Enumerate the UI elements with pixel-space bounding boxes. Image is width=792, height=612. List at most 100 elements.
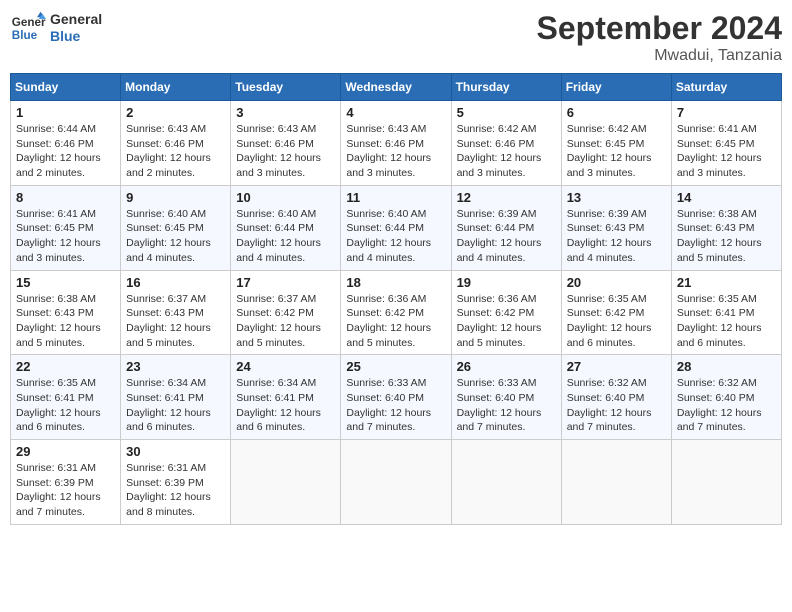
day-header-thursday: Thursday	[451, 74, 561, 101]
calendar-cell: 22 Sunrise: 6:35 AM Sunset: 6:41 PM Dayli…	[11, 355, 121, 440]
calendar-cell: 11 Sunrise: 6:40 AM Sunset: 6:44 PM Dayli…	[341, 185, 451, 270]
day-info: Sunrise: 6:38 AM Sunset: 6:43 PM Dayligh…	[677, 207, 776, 266]
calendar-cell: 19 Sunrise: 6:36 AM Sunset: 6:42 PM Dayli…	[451, 270, 561, 355]
day-number: 9	[126, 190, 225, 205]
calendar-cell: 21Sunrise: 6:35 AM Sunset: 6:41 PM Dayli…	[671, 270, 781, 355]
calendar-cell: 23 Sunrise: 6:34 AM Sunset: 6:41 PM Dayli…	[121, 355, 231, 440]
day-info: Sunrise: 6:37 AM Sunset: 6:43 PM Dayligh…	[126, 292, 225, 351]
day-number: 25	[346, 359, 445, 374]
calendar-cell: 27 Sunrise: 6:32 AM Sunset: 6:40 PM Dayli…	[561, 355, 671, 440]
calendar-cell: 28Sunrise: 6:32 AM Sunset: 6:40 PM Dayli…	[671, 355, 781, 440]
day-number: 8	[16, 190, 115, 205]
day-info: Sunrise: 6:31 AM Sunset: 6:39 PM Dayligh…	[126, 461, 225, 520]
day-header-saturday: Saturday	[671, 74, 781, 101]
day-number: 20	[567, 275, 666, 290]
day-number: 19	[457, 275, 556, 290]
day-number: 29	[16, 444, 115, 459]
calendar-cell: 9 Sunrise: 6:40 AM Sunset: 6:45 PM Daylig…	[121, 185, 231, 270]
location-title: Mwadui, Tanzania	[537, 47, 782, 65]
day-info: Sunrise: 6:43 AM Sunset: 6:46 PM Dayligh…	[126, 122, 225, 181]
calendar-cell	[451, 440, 561, 525]
month-title: September 2024	[537, 10, 782, 47]
calendar-cell: 16 Sunrise: 6:37 AM Sunset: 6:43 PM Dayli…	[121, 270, 231, 355]
calendar-cell: 7 Sunrise: 6:41 AM Sunset: 6:45 PM Daylig…	[671, 101, 781, 186]
calendar-cell: 24 Sunrise: 6:34 AM Sunset: 6:41 PM Dayli…	[231, 355, 341, 440]
day-info: Sunrise: 6:35 AM Sunset: 6:41 PM Dayligh…	[16, 376, 115, 435]
logo-blue: Blue	[50, 28, 102, 45]
calendar-cell: 8 Sunrise: 6:41 AM Sunset: 6:45 PM Daylig…	[11, 185, 121, 270]
day-number: 30	[126, 444, 225, 459]
day-number: 16	[126, 275, 225, 290]
calendar-cell	[671, 440, 781, 525]
day-info: Sunrise: 6:40 AM Sunset: 6:44 PM Dayligh…	[346, 207, 445, 266]
day-number: 5	[457, 105, 556, 120]
day-number: 24	[236, 359, 335, 374]
day-number: 18	[346, 275, 445, 290]
calendar-cell: 17Sunrise: 6:37 AM Sunset: 6:42 PM Dayli…	[231, 270, 341, 355]
calendar-cell: 6 Sunrise: 6:42 AM Sunset: 6:45 PM Daylig…	[561, 101, 671, 186]
day-number: 1	[16, 105, 115, 120]
day-number: 22	[16, 359, 115, 374]
calendar-cell: 5Sunrise: 6:42 AM Sunset: 6:46 PM Daylig…	[451, 101, 561, 186]
day-number: 12	[457, 190, 556, 205]
day-number: 4	[346, 105, 445, 120]
day-info: Sunrise: 6:36 AM Sunset: 6:42 PM Dayligh…	[346, 292, 445, 351]
calendar-cell: 14 Sunrise: 6:38 AM Sunset: 6:43 PM Dayli…	[671, 185, 781, 270]
day-info: Sunrise: 6:39 AM Sunset: 6:43 PM Dayligh…	[567, 207, 666, 266]
day-info: Sunrise: 6:36 AM Sunset: 6:42 PM Dayligh…	[457, 292, 556, 351]
day-number: 6	[567, 105, 666, 120]
day-info: Sunrise: 6:34 AM Sunset: 6:41 PM Dayligh…	[126, 376, 225, 435]
day-info: Sunrise: 6:41 AM Sunset: 6:45 PM Dayligh…	[677, 122, 776, 181]
calendar-cell: 18 Sunrise: 6:36 AM Sunset: 6:42 PM Dayli…	[341, 270, 451, 355]
day-info: Sunrise: 6:43 AM Sunset: 6:46 PM Dayligh…	[236, 122, 335, 181]
day-info: Sunrise: 6:34 AM Sunset: 6:41 PM Dayligh…	[236, 376, 335, 435]
day-number: 27	[567, 359, 666, 374]
logo-general: General	[50, 11, 102, 28]
day-info: Sunrise: 6:44 AM Sunset: 6:46 PM Dayligh…	[16, 122, 115, 181]
calendar-cell: 30 Sunrise: 6:31 AM Sunset: 6:39 PM Dayli…	[121, 440, 231, 525]
day-number: 2	[126, 105, 225, 120]
day-info: Sunrise: 6:42 AM Sunset: 6:45 PM Dayligh…	[567, 122, 666, 181]
calendar-cell: 3 Sunrise: 6:43 AM Sunset: 6:46 PM Daylig…	[231, 101, 341, 186]
day-number: 21	[677, 275, 776, 290]
day-info: Sunrise: 6:33 AM Sunset: 6:40 PM Dayligh…	[457, 376, 556, 435]
day-header-sunday: Sunday	[11, 74, 121, 101]
day-info: Sunrise: 6:41 AM Sunset: 6:45 PM Dayligh…	[16, 207, 115, 266]
calendar-cell: 1 Sunrise: 6:44 AM Sunset: 6:46 PM Daylig…	[11, 101, 121, 186]
day-header-monday: Monday	[121, 74, 231, 101]
calendar-cell: 15Sunrise: 6:38 AM Sunset: 6:43 PM Dayli…	[11, 270, 121, 355]
calendar-cell: 13 Sunrise: 6:39 AM Sunset: 6:43 PM Dayli…	[561, 185, 671, 270]
calendar-cell: 4 Sunrise: 6:43 AM Sunset: 6:46 PM Daylig…	[341, 101, 451, 186]
title-area: September 2024 Mwadui, Tanzania	[537, 10, 782, 65]
day-header-friday: Friday	[561, 74, 671, 101]
day-info: Sunrise: 6:40 AM Sunset: 6:44 PM Dayligh…	[236, 207, 335, 266]
calendar-cell	[561, 440, 671, 525]
day-info: Sunrise: 6:40 AM Sunset: 6:45 PM Dayligh…	[126, 207, 225, 266]
day-number: 10	[236, 190, 335, 205]
day-info: Sunrise: 6:39 AM Sunset: 6:44 PM Dayligh…	[457, 207, 556, 266]
day-info: Sunrise: 6:37 AM Sunset: 6:42 PM Dayligh…	[236, 292, 335, 351]
day-number: 14	[677, 190, 776, 205]
logo: General Blue General Blue	[10, 10, 102, 46]
day-number: 3	[236, 105, 335, 120]
day-info: Sunrise: 6:32 AM Sunset: 6:40 PM Dayligh…	[567, 376, 666, 435]
day-number: 11	[346, 190, 445, 205]
day-info: Sunrise: 6:33 AM Sunset: 6:40 PM Dayligh…	[346, 376, 445, 435]
calendar-cell: 25 Sunrise: 6:33 AM Sunset: 6:40 PM Dayli…	[341, 355, 451, 440]
header: General Blue General Blue September 2024…	[10, 10, 782, 65]
calendar-cell: 26Sunrise: 6:33 AM Sunset: 6:40 PM Dayli…	[451, 355, 561, 440]
day-number: 23	[126, 359, 225, 374]
day-info: Sunrise: 6:43 AM Sunset: 6:46 PM Dayligh…	[346, 122, 445, 181]
calendar-cell	[341, 440, 451, 525]
day-number: 7	[677, 105, 776, 120]
calendar-cell: 10 Sunrise: 6:40 AM Sunset: 6:44 PM Dayli…	[231, 185, 341, 270]
calendar-cell: 29 Sunrise: 6:31 AM Sunset: 6:39 PM Dayli…	[11, 440, 121, 525]
calendar-cell: 12 Sunrise: 6:39 AM Sunset: 6:44 PM Dayli…	[451, 185, 561, 270]
day-info: Sunrise: 6:31 AM Sunset: 6:39 PM Dayligh…	[16, 461, 115, 520]
day-number: 13	[567, 190, 666, 205]
day-info: Sunrise: 6:32 AM Sunset: 6:40 PM Dayligh…	[677, 376, 776, 435]
day-header-tuesday: Tuesday	[231, 74, 341, 101]
calendar-table: SundayMondayTuesdayWednesdayThursdayFrid…	[10, 73, 782, 525]
svg-text:Blue: Blue	[12, 29, 38, 42]
logo-icon: General Blue	[10, 10, 46, 46]
